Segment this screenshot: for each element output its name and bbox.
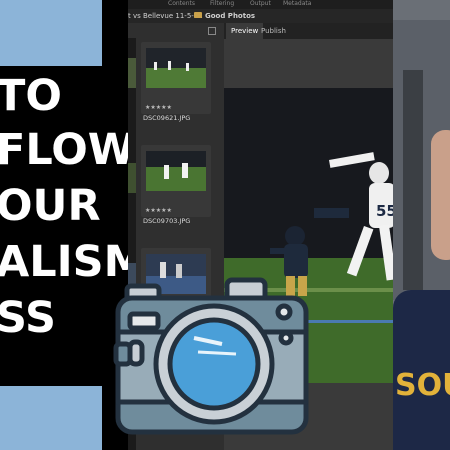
webcam-feed: SOU [393, 0, 450, 450]
app-menu-bar: Contents Filtering Output Metadata [128, 0, 393, 9]
shirt-text: SOU [395, 368, 450, 403]
tab-publish[interactable]: Publish [256, 23, 291, 39]
thumbnail-image [146, 151, 206, 191]
folder-icon [194, 12, 202, 18]
title-line-5: SS [0, 293, 57, 343]
menu-item-output[interactable]: Output [250, 0, 271, 7]
accent-block-top [0, 0, 102, 66]
grid-view-icon[interactable] [208, 27, 216, 35]
title-panel: TO FLOW OUR ALISM SS [0, 66, 146, 386]
menu-item-contents[interactable]: Contents [168, 0, 195, 7]
thumbnail-card[interactable]: ★★★★★ DSC09621.JPG [141, 42, 211, 122]
preview-tabs: Preview Publish [224, 23, 393, 39]
breadcrumb-folder[interactable]: Good Photos [205, 9, 255, 23]
rating-stars[interactable]: ★★★★★ [145, 207, 172, 214]
rating-stars[interactable]: ★★★★★ [145, 104, 172, 111]
jersey-number: 55 [376, 202, 393, 220]
breadcrumb-path[interactable]: t vs Bellevue 11-5-21 [128, 9, 203, 23]
strip-thumb[interactable] [128, 58, 136, 88]
title-line-2: FLOW [0, 125, 136, 175]
title-line-3: OUR [0, 181, 101, 231]
menu-item-metadata[interactable]: Metadata [283, 0, 311, 7]
accent-block-bottom [0, 386, 102, 450]
breadcrumb: t vs Bellevue 11-5-21 Good Photos [128, 9, 393, 23]
menu-item-filtering[interactable]: Filtering [210, 0, 234, 7]
title-line-1: TO [0, 71, 62, 121]
thumbnail-filename: DSC09621.JPG [143, 114, 191, 122]
presenter-face [431, 130, 450, 260]
strip-thumb[interactable] [128, 163, 136, 193]
thumbnail-filename: DSC09703.JPG [143, 217, 191, 225]
camera-icon [112, 272, 317, 437]
thumbnail-card[interactable]: ★★★★★ DSC09703.JPG [141, 145, 211, 225]
thumbnail-image [146, 48, 206, 88]
